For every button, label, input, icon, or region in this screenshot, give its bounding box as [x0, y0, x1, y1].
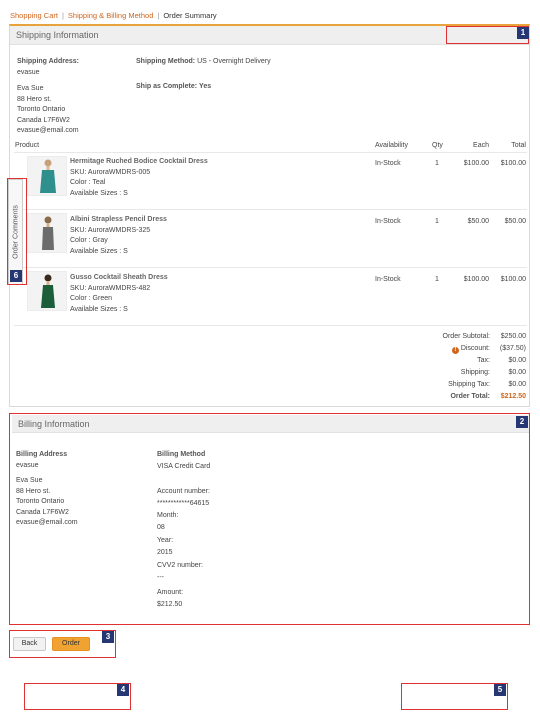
product-each: $50.00	[467, 218, 489, 225]
order-total-label: Order Total:	[450, 393, 490, 400]
column-header-each: Each	[473, 142, 489, 149]
product-thumbnail[interactable]	[27, 213, 67, 253]
shipping-information-panel: Shipping Information Shipping Address: e…	[9, 24, 530, 407]
product-sku: SKU: AuroraWMDRS-325	[70, 226, 151, 234]
ship-as-complete: Ship as Complete: Yes	[136, 82, 211, 93]
product-total: $50.00	[504, 218, 526, 225]
discount-label: Discount:	[460, 345, 490, 352]
product-sku: SKU: AuroraWMDRS-482	[70, 284, 151, 292]
breadcrumb-order-summary: Order Summary	[163, 11, 217, 20]
column-header-qty: Qty	[432, 142, 443, 149]
product-qty: 1	[435, 276, 439, 283]
product-availability: In-Stock	[375, 218, 401, 225]
shipping-address-country: Canada L7F6W2	[17, 116, 70, 124]
ship-as-complete-label: Ship as Complete:	[136, 83, 198, 90]
column-header-availability: Availability	[375, 142, 408, 149]
row-divider	[14, 209, 527, 210]
ship-as-complete-value: Yes	[199, 83, 212, 90]
row-divider	[14, 267, 527, 268]
tax-label: Tax:	[477, 357, 490, 364]
breadcrumb-separator: |	[157, 11, 160, 20]
product-color: Color : Gray	[70, 237, 108, 244]
annotation-badge: 1	[517, 27, 529, 39]
product-color: Color : Green	[70, 295, 113, 302]
shipping-address-city: Toronto Ontario	[17, 106, 66, 113]
shipping-tax-value: $0.00	[508, 381, 526, 388]
product-total: $100.00	[500, 276, 526, 283]
product-color: Color : Teal	[70, 179, 106, 186]
annotation-box	[7, 178, 27, 285]
annotation-badge: 4	[117, 684, 129, 696]
annotation-badge: 6	[10, 270, 22, 282]
annotation-badge: 5	[494, 684, 506, 696]
discount-row: ! Discount:	[451, 345, 490, 354]
product-each: $100.00	[463, 276, 489, 283]
shipping-cost-value: $0.00	[508, 369, 526, 376]
annotation-box	[24, 683, 131, 710]
annotation-badge: 2	[516, 416, 528, 428]
product-qty: 1	[435, 218, 439, 225]
breadcrumb-shopping-cart[interactable]: Shopping Cart	[10, 11, 58, 20]
shipping-nickname: evasue	[17, 69, 40, 76]
product-sizes: Available Sizes : S	[70, 247, 128, 255]
dress-image	[41, 274, 55, 308]
table-header-divider	[14, 152, 527, 153]
product-thumbnail[interactable]	[27, 156, 67, 196]
row-divider	[14, 325, 527, 326]
product-sku: SKU: AuroraWMDRS-005	[70, 168, 151, 176]
shipping-tax-label: Shipping Tax:	[448, 381, 490, 388]
column-header-total: Total	[511, 142, 526, 149]
annotation-box	[401, 683, 508, 710]
product-qty: 1	[435, 160, 439, 167]
subtotal-value: $250.00	[500, 333, 526, 340]
product-availability: In-Stock	[375, 160, 401, 167]
shipping-address-label: Shipping Address:	[17, 58, 79, 65]
product-sizes: Available Sizes : S	[70, 189, 128, 197]
breadcrumb-separator: |	[61, 11, 64, 20]
shipping-address-email: evasue@email.com	[17, 127, 79, 134]
product-name[interactable]: Hermitage Ruched Bodice Cocktail Dress	[70, 157, 208, 168]
shipping-method-label: Shipping Method:	[136, 58, 196, 65]
shipping-address-name: Eva Sue	[17, 85, 44, 92]
subtotal-label: Order Subtotal:	[442, 333, 490, 340]
discount-value: ($37.50)	[499, 345, 526, 352]
annotation-badge: 3	[102, 631, 114, 643]
product-each: $100.00	[463, 160, 489, 167]
shipping-cost-label: Shipping:	[460, 369, 490, 376]
info-icon[interactable]: !	[451, 347, 459, 354]
product-name[interactable]: Albini Strapless Pencil Dress	[70, 215, 167, 226]
dress-image	[40, 159, 56, 193]
annotation-box	[9, 630, 116, 658]
dress-image	[42, 216, 54, 250]
product-sizes: Available Sizes : S	[70, 305, 128, 313]
shipping-address-street: 88 Hero st.	[17, 95, 52, 103]
order-total-value: $212.50	[500, 393, 526, 400]
annotation-box	[9, 413, 530, 625]
product-name[interactable]: Gusso Cocktail Sheath Dress	[70, 273, 168, 284]
product-availability: In-Stock	[375, 276, 401, 283]
shipping-method: Shipping Method: US - Overnight Delivery	[136, 57, 271, 68]
breadcrumb: Shopping Cart | Shipping & Billing Method |…	[10, 11, 217, 20]
product-total: $100.00	[500, 160, 526, 167]
product-thumbnail[interactable]	[27, 271, 67, 311]
tax-value: $0.00	[508, 357, 526, 364]
column-header-product: Product	[15, 142, 40, 149]
breadcrumb-shipping-billing[interactable]: Shipping & Billing Method	[68, 11, 153, 20]
shipping-method-value: US - Overnight Delivery	[197, 58, 271, 65]
